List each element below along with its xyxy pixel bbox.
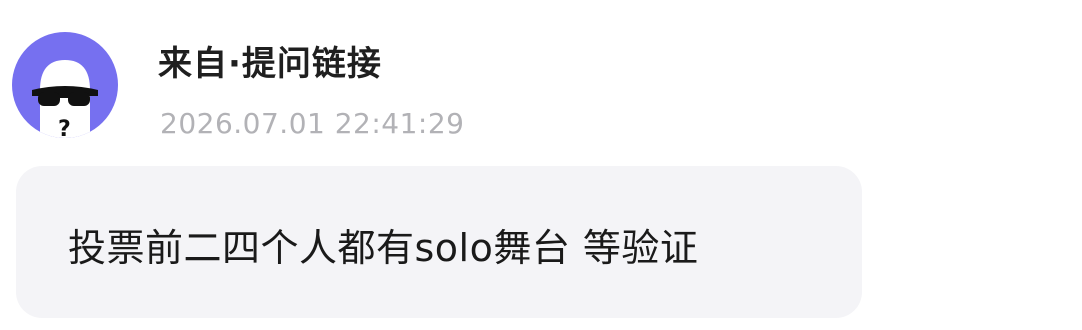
message-card: ? 来自·提问链接 2026.07.01 22:41:29 投票前二四个人都有s…: [0, 0, 1082, 330]
sunglasses-ghost-icon: ?: [32, 60, 98, 138]
avatar[interactable]: ?: [12, 32, 118, 138]
timestamp: 2026.07.01 22:41:29: [160, 107, 465, 140]
svg-text:?: ?: [58, 117, 71, 138]
message-bubble[interactable]: 投票前二四个人都有solo舞台 等验证: [16, 166, 862, 318]
message-text: 投票前二四个人都有solo舞台 等验证: [68, 226, 699, 270]
sender-name: 来自·提问链接: [158, 44, 382, 84]
